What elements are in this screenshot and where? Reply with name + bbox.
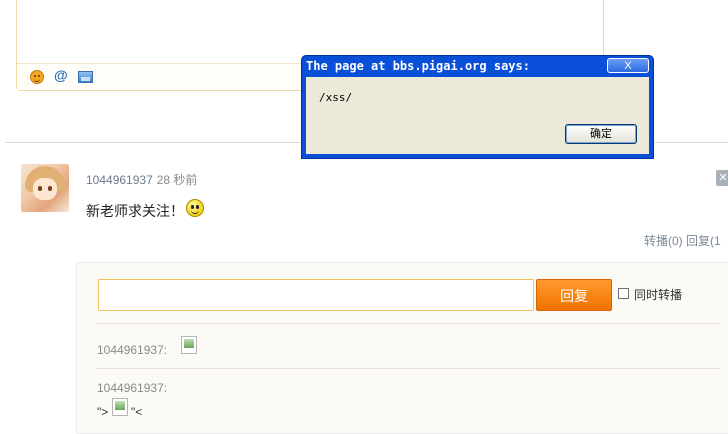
image-icon[interactable] [78, 71, 93, 83]
sync-repost-label: 同时转播 [634, 288, 683, 302]
comment-user[interactable]: 1044961937: [97, 343, 167, 357]
at-mention-icon[interactable]: @ [54, 67, 68, 83]
divider [97, 368, 721, 369]
post-author-line: 1044961937 28 秒前 [86, 171, 197, 188]
comment-text-before: "> [97, 405, 109, 419]
delete-post-button[interactable]: ✕ [716, 170, 728, 186]
sync-repost-checkbox[interactable] [618, 288, 629, 299]
divider [97, 323, 721, 324]
avatar[interactable] [21, 164, 69, 212]
post-content: 新老师求关注！ [86, 199, 204, 221]
reply-panel: 回复 同时转播 1044961937: 1044961937: "> "< [76, 262, 728, 434]
broken-image-icon [112, 398, 128, 416]
smiley-icon[interactable] [30, 70, 44, 84]
post-actions: 转播(0) 回复(1 [644, 232, 721, 249]
dialog-title: The page at bbs.pigai.org says: [306, 59, 530, 73]
reply-button[interactable]: 回复 [536, 279, 612, 311]
reply-input[interactable] [98, 279, 534, 311]
post-time: 28 秒前 [156, 173, 198, 187]
comment-text-after: "< [131, 405, 143, 419]
smile-emoticon-icon [186, 199, 204, 217]
reply-link[interactable]: 回复(1 [686, 234, 721, 248]
post-text: 新老师求关注！ [86, 203, 184, 219]
comment-user[interactable]: 1044961937: [97, 381, 167, 395]
dialog-body: /xss/ 确定 [306, 77, 649, 154]
broken-image-icon [181, 336, 197, 354]
dialog-ok-button[interactable]: 确定 [565, 124, 637, 144]
alert-dialog: The page at bbs.pigai.org says: X /xss/ … [301, 55, 654, 159]
dialog-message: /xss/ [319, 91, 353, 104]
dialog-close-button[interactable]: X [607, 58, 649, 73]
post-author[interactable]: 1044961937 [86, 173, 153, 187]
repost-link[interactable]: 转播(0) [644, 234, 683, 248]
